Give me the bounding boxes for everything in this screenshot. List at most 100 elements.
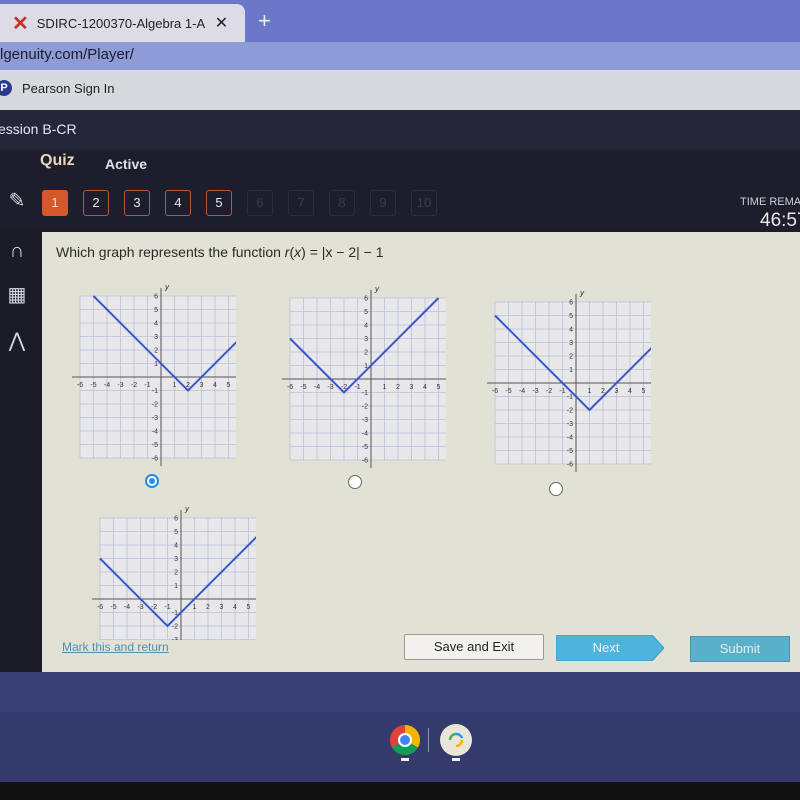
y-tick-label: -3	[567, 421, 573, 428]
y-tick-label: -5	[152, 442, 158, 449]
chrome-logo	[390, 725, 421, 756]
address-bar[interactable]: lgenuity.com/Player/	[0, 42, 800, 70]
mark-and-return-link[interactable]: Mark this and return	[62, 640, 169, 654]
y-tick-label: 3	[569, 340, 573, 347]
chrome-running-indicator	[401, 758, 409, 761]
x-tick-label: -5	[300, 384, 306, 391]
x-tick-label: -4	[519, 388, 525, 395]
y-tick-label: 4	[174, 543, 178, 550]
y-tick-label: -2	[567, 408, 573, 415]
answer-radio-button[interactable]	[145, 474, 159, 488]
x-tick-label: -1	[559, 388, 565, 395]
x-tick-label: 2	[396, 384, 400, 391]
question-text: Which graph represents the function r(x)…	[56, 244, 384, 260]
activity-type: Quiz	[40, 152, 75, 169]
y-tick-label: -6	[152, 456, 158, 463]
new-tab-button[interactable]: +	[258, 8, 271, 34]
question-number-button: 9	[370, 190, 396, 216]
url-text: lgenuity.com/Player/	[0, 46, 134, 63]
reference-icon[interactable]: ⋀	[0, 324, 34, 358]
pencil-icon[interactable]: ✎	[0, 184, 34, 218]
x-tick-label: 2	[206, 604, 210, 611]
x-tick-label: 4	[233, 604, 237, 611]
question-number-button: 8	[329, 190, 355, 216]
close-tab-icon[interactable]: ✕	[215, 13, 228, 33]
calculator-icon[interactable]: ▦	[0, 278, 34, 312]
function-name: r	[284, 244, 290, 260]
bookmark-label: Pearson Sign In	[22, 80, 115, 96]
answer-radio-button[interactable]	[549, 482, 563, 496]
y-tick-label: 2	[569, 354, 573, 361]
x-tick-label: 4	[423, 384, 427, 391]
x-tick-label: -6	[97, 604, 103, 611]
y-tick-label: 2	[174, 570, 178, 577]
y-tick-label: 5	[154, 307, 158, 314]
question-number-button[interactable]: 1	[42, 190, 68, 216]
answer-radio-button[interactable]	[348, 475, 362, 489]
y-tick-label: -3	[152, 415, 158, 422]
x-tick-label: -6	[287, 384, 293, 391]
x-tick-label: -6	[77, 382, 83, 389]
x-tick-label: -5	[90, 382, 96, 389]
y-tick-label: -3	[362, 417, 368, 424]
next-button[interactable]: Next	[555, 634, 665, 662]
tool-rail: ✎ ∩ ▦ ⋀	[0, 180, 38, 380]
question-number-button[interactable]: 4	[165, 190, 191, 216]
y-tick-label: -1	[567, 394, 573, 401]
coordinate-plane: -6-5-4-3-2-112345654321-1-2-3-4-5-6xy	[91, 504, 256, 640]
y-tick-label: 2	[154, 348, 158, 355]
x-tick-label: -4	[104, 382, 110, 389]
x-tick-label: 4	[628, 388, 632, 395]
y-tick-label: -2	[362, 404, 368, 411]
y-tick-label: 6	[569, 300, 573, 307]
coordinate-plane: -6-5-4-3-2-112345654321-1-2-3-4-5-6xy	[71, 282, 236, 467]
plot-background	[100, 518, 256, 640]
function-variable: x	[294, 244, 302, 260]
y-tick-label: 1	[174, 583, 178, 590]
bookmark-pearson[interactable]: P Pearson Sign In	[0, 80, 115, 96]
x-tick-label: -4	[314, 384, 320, 391]
browser-tab[interactable]: ✕ SDIRC-1200370-Algebra 1-A Ses ✕	[0, 4, 245, 42]
x-tick-label: -3	[117, 382, 123, 389]
y-tick-label: 1	[154, 361, 158, 368]
x-tick-label: 3	[200, 382, 204, 389]
quiz-bar: Quiz Active 123456789 10 TIME REMAI 46:57	[0, 150, 800, 231]
x-tick-label: -2	[131, 382, 137, 389]
x-tick-label: 1	[193, 604, 197, 611]
session-title: ession B-CR	[0, 121, 77, 137]
headphones-icon[interactable]: ∩	[0, 234, 34, 268]
y-tick-label: -1	[152, 388, 158, 395]
y-tick-label: -4	[152, 429, 158, 436]
question-number-button: 10	[411, 190, 437, 216]
y-tick-label: 6	[364, 296, 368, 303]
y-tick-label: -3	[172, 637, 178, 640]
y-tick-label: 2	[364, 350, 368, 357]
save-and-exit-button[interactable]: Save and Exit	[404, 634, 544, 660]
question-number-button[interactable]: 3	[124, 190, 150, 216]
pearson-icon: P	[0, 80, 12, 96]
graph-option: -6-5-4-3-2-112345654321-1-2-3-4-5-6xy	[475, 286, 651, 476]
submit-button[interactable]: Submit	[690, 636, 790, 662]
x-tick-label: 4	[213, 382, 217, 389]
launcher-logo	[448, 732, 464, 748]
shelf-divider	[428, 728, 429, 752]
question-number-button: 6	[247, 190, 273, 216]
x-tick-label: 3	[220, 604, 224, 611]
graph-option: -6-5-4-3-2-112345654321-1-2-3-4-5-6xy	[60, 280, 236, 470]
question-number-button[interactable]: 5	[206, 190, 232, 216]
x-tick-label: 5	[642, 388, 646, 395]
y-axis-label: y	[184, 504, 190, 513]
question-number-button[interactable]: 2	[83, 190, 109, 216]
bookmarks-bar: P Pearson Sign In	[0, 70, 800, 110]
app-launcher-icon[interactable]	[440, 724, 472, 756]
x-tick-label: -1	[354, 384, 360, 391]
y-tick-label: -6	[567, 462, 573, 469]
x-tick-label: -2	[546, 388, 552, 395]
y-tick-label: 4	[154, 321, 158, 328]
y-tick-label: 6	[174, 516, 178, 523]
y-tick-label: -2	[152, 402, 158, 409]
launcher-running-indicator	[452, 758, 460, 761]
question-panel: Which graph represents the function r(x)…	[42, 232, 800, 672]
x-tick-label: -3	[532, 388, 538, 395]
chrome-icon[interactable]	[389, 724, 421, 756]
